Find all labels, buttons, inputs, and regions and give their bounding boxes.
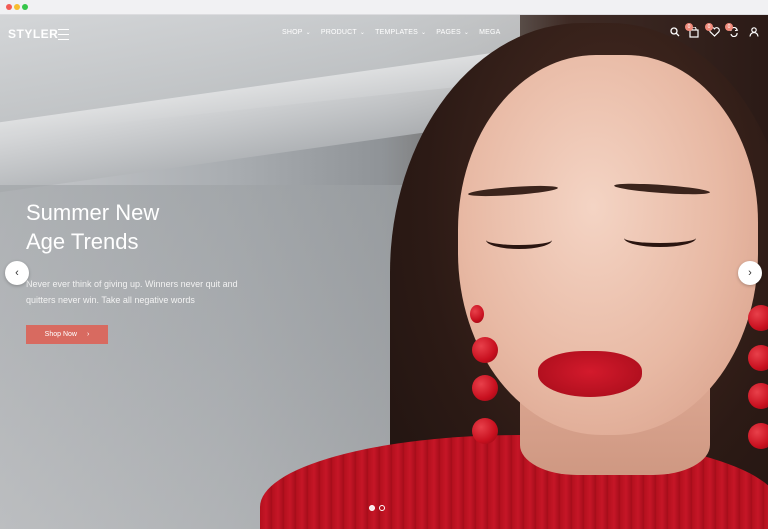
- chevron-right-icon: ›: [86, 331, 90, 338]
- slider-prev-button[interactable]: ‹: [5, 261, 29, 285]
- model-left-eye: [486, 231, 552, 249]
- hero-title: Summer New Age Trends: [26, 198, 246, 256]
- earring-bead: [472, 337, 498, 363]
- compare-count-badge: 0: [725, 23, 733, 31]
- earring-bead: [748, 383, 768, 409]
- main-nav: SHOP ⌄ PRODUCT ⌄ TEMPLATES ⌄ PAGES ⌄ MEG…: [282, 29, 511, 36]
- earring-bead: [748, 305, 768, 331]
- slider-next-button[interactable]: ›: [738, 261, 762, 285]
- chevron-right-icon: ›: [748, 267, 752, 279]
- nav-item-label: PAGES: [436, 29, 461, 36]
- earring-bead: [472, 375, 498, 401]
- nav-item-pages[interactable]: PAGES ⌄: [436, 29, 469, 36]
- nav-item-mega[interactable]: MEGA: [479, 29, 500, 36]
- nav-item-shop[interactable]: SHOP ⌄: [282, 29, 311, 36]
- nav-item-label: SHOP: [282, 29, 303, 36]
- chevron-down-icon: ⌄: [305, 30, 311, 36]
- shop-now-label: Shop Now: [44, 331, 77, 338]
- earring-bead: [748, 423, 768, 449]
- heart-icon[interactable]: 0: [705, 23, 721, 41]
- maximize-window-button[interactable]: [22, 4, 28, 10]
- site-header: STYLER SHOP ⌄ PRODUCT ⌄ TEMPLATES ⌄ PAGE…: [0, 15, 768, 53]
- search-icon[interactable]: [668, 27, 682, 41]
- chevron-down-icon: ⌄: [421, 30, 427, 36]
- nav-item-templates[interactable]: TEMPLATES ⌄: [375, 29, 426, 36]
- nav-item-label: TEMPLATES: [375, 29, 419, 36]
- hero-description-line: Never ever think of giving up. Winners n…: [26, 279, 238, 289]
- slider-dot[interactable]: [379, 505, 385, 511]
- nav-item-label: PRODUCT: [320, 29, 357, 36]
- hero-description: Never ever think of giving up. Winners n…: [26, 276, 256, 308]
- shop-now-button[interactable]: Shop Now ›: [26, 325, 108, 344]
- hamburger-menu-icon[interactable]: [58, 29, 69, 40]
- slider-pagination: [369, 505, 385, 511]
- chevron-left-icon: ‹: [15, 267, 19, 279]
- wishlist-count-badge: 0: [705, 23, 713, 31]
- minimize-window-button[interactable]: [14, 4, 20, 10]
- cart-count-badge: 0: [685, 23, 693, 31]
- cart-icon[interactable]: 0: [685, 23, 701, 41]
- chevron-down-icon: ⌄: [359, 30, 366, 36]
- slider-dot[interactable]: [369, 505, 375, 511]
- earring-bead: [472, 418, 498, 444]
- brand-logo[interactable]: STYLER: [8, 27, 58, 41]
- chevron-down-icon: ⌄: [463, 30, 470, 36]
- hero-description-line: quitters never win. Take all negative wo…: [26, 295, 195, 305]
- window-titlebar: [0, 0, 768, 15]
- earring-bead: [470, 305, 484, 323]
- browser-window: STYLER SHOP ⌄ PRODUCT ⌄ TEMPLATES ⌄ PAGE…: [0, 0, 768, 529]
- hero-title-line: Summer New: [26, 200, 160, 225]
- hero-banner: [0, 15, 768, 529]
- earring-bead: [748, 345, 768, 371]
- user-icon[interactable]: [747, 27, 761, 41]
- model-lips: [538, 351, 642, 397]
- close-window-button[interactable]: [6, 4, 12, 10]
- hero-title-line: Age Trends: [26, 229, 139, 254]
- nav-item-product[interactable]: PRODUCT ⌄: [321, 29, 365, 36]
- compare-icon[interactable]: 0: [725, 23, 741, 41]
- nav-item-label: MEGA: [479, 29, 501, 36]
- model-right-eye: [624, 229, 696, 247]
